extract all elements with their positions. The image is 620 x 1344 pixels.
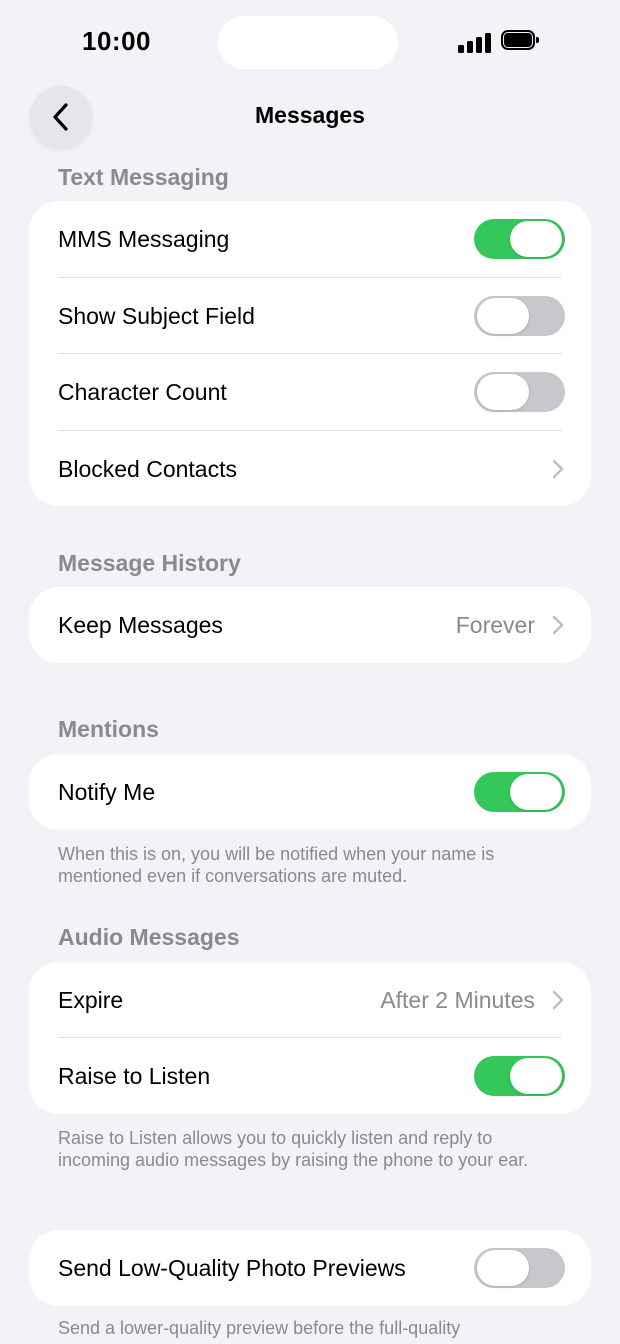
settings-screen: 10:00 Messages Text Messaging MMS Messag…	[0, 0, 620, 1344]
notify-me-toggle[interactable]	[474, 772, 565, 812]
raise-to-listen-label: Raise to Listen	[58, 1063, 211, 1089]
show-subject-field-toggle[interactable]	[474, 296, 565, 336]
battery-icon	[501, 30, 539, 52]
section-header-mentions: Mentions	[58, 716, 159, 742]
cellular-signal-icon	[458, 31, 492, 53]
section-header-text-messaging: Text Messaging	[58, 164, 229, 190]
chevron-right-icon	[552, 459, 564, 479]
message-history-group: Keep Messages Forever	[29, 587, 591, 663]
raise-to-listen-toggle[interactable]	[474, 1056, 565, 1096]
notify-me-row: Notify Me	[29, 754, 591, 830]
show-subject-field-label: Show Subject Field	[58, 303, 255, 329]
expire-row[interactable]: Expire After 2 Minutes	[29, 962, 591, 1038]
notify-me-label: Notify Me	[58, 779, 156, 805]
status-time: 10:00	[82, 26, 151, 56]
low-quality-footer: Send a lower-quality preview before the …	[58, 1318, 461, 1338]
mms-messaging-label: MMS Messaging	[58, 226, 230, 252]
section-header-audio-messages: Audio Messages	[58, 924, 240, 950]
mentions-group: Notify Me	[29, 754, 591, 830]
raise-to-listen-row: Raise to Listen	[29, 1038, 591, 1114]
low-quality-group: Send Low-Quality Photo Previews	[29, 1230, 591, 1306]
dynamic-island	[218, 16, 398, 69]
text-messaging-group: MMS Messaging Show Subject Field Charact…	[29, 201, 591, 506]
keep-messages-row[interactable]: Keep Messages Forever	[29, 587, 591, 663]
keep-messages-label: Keep Messages	[58, 612, 223, 638]
mentions-footer: When this is on, you will be notified wh…	[58, 844, 495, 886]
low-quality-previews-toggle[interactable]	[474, 1248, 565, 1288]
expire-value: After 2 Minutes	[380, 987, 535, 1013]
audio-messages-footer: Raise to Listen allows you to quickly li…	[58, 1128, 529, 1170]
audio-messages-group: Expire After 2 Minutes Raise to Listen	[29, 962, 591, 1114]
character-count-row: Character Count	[29, 354, 591, 430]
low-quality-previews-label: Send Low-Quality Photo Previews	[58, 1255, 406, 1281]
keep-messages-value: Forever	[455, 612, 535, 638]
character-count-toggle[interactable]	[474, 372, 565, 412]
low-quality-previews-row: Send Low-Quality Photo Previews	[29, 1230, 591, 1306]
show-subject-field-row: Show Subject Field	[29, 278, 591, 354]
blocked-contacts-label: Blocked Contacts	[58, 456, 237, 482]
section-header-message-history: Message History	[58, 550, 241, 576]
character-count-label: Character Count	[58, 379, 227, 405]
expire-label: Expire	[58, 987, 124, 1013]
page-title: Messages	[255, 102, 365, 128]
mms-messaging-toggle[interactable]	[474, 219, 565, 259]
chevron-right-icon	[552, 615, 564, 635]
blocked-contacts-row[interactable]: Blocked Contacts	[29, 431, 591, 507]
mms-messaging-row: MMS Messaging	[29, 201, 591, 277]
chevron-right-icon	[552, 990, 564, 1010]
